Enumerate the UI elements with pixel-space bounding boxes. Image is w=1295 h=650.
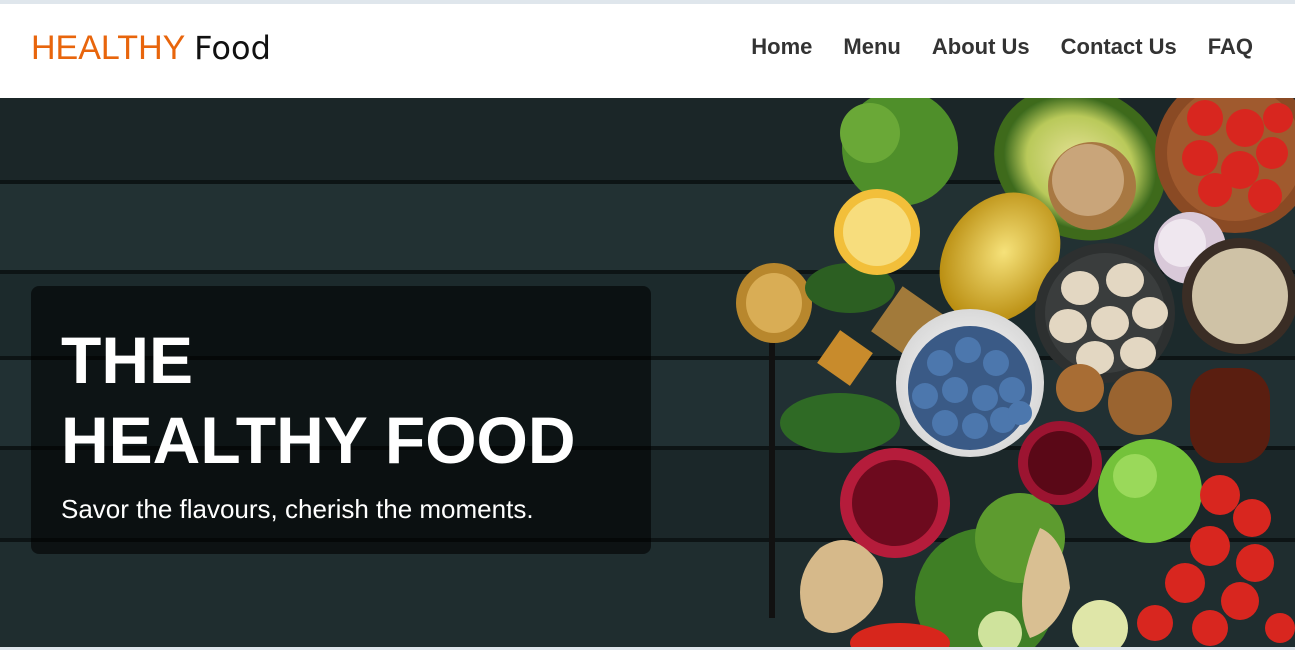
hero-text-card: THE HEALTHY FOOD Savor the flavours, che…	[31, 286, 651, 554]
hero-section: THE HEALTHY FOOD Savor the flavours, che…	[0, 98, 1295, 647]
hero-title-line1: THE	[61, 323, 193, 397]
nav-menu[interactable]: Menu	[843, 32, 900, 62]
nav-contact-us[interactable]: Contact Us	[1061, 32, 1177, 62]
hero-title-line2: HEALTHY FOOD	[61, 403, 576, 477]
brand-part-healthy: HEALTHY	[31, 29, 185, 67]
nav-faq[interactable]: FAQ	[1208, 32, 1253, 62]
hero-tagline: Savor the flavours, cherish the moments.	[61, 494, 534, 524]
nav-home[interactable]: Home	[751, 32, 812, 62]
brand-part-food: Food	[194, 29, 271, 67]
hero-title: THE HEALTHY FOOD	[61, 320, 576, 480]
nav-about-us[interactable]: About Us	[932, 32, 1030, 62]
navbar: HEALTHY Food Home Menu About Us Contact …	[0, 4, 1295, 98]
main-nav: Home Menu About Us Contact Us FAQ	[751, 32, 1253, 62]
brand-logo[interactable]: HEALTHY Food	[31, 28, 271, 68]
